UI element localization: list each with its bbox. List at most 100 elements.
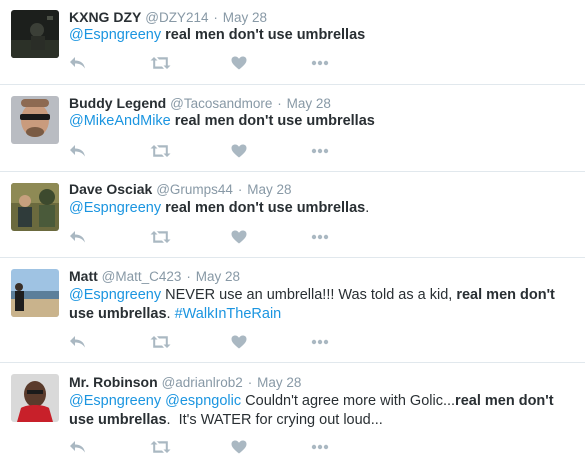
avatar[interactable] — [11, 269, 59, 317]
avatar[interactable] — [11, 374, 59, 422]
timestamp[interactable]: May 28 — [257, 375, 301, 390]
more-button[interactable] — [311, 53, 329, 73]
mention-link[interactable]: @espngolic — [165, 393, 241, 409]
reply-button[interactable] — [69, 332, 87, 352]
heart-icon — [231, 56, 247, 70]
reply-icon — [70, 231, 85, 243]
tweet[interactable]: Matt @Matt_C423 · May 28 @Espngreeny NEV… — [0, 258, 585, 362]
tweet-header: KXNG DZY @DZY214 · May 28 — [69, 8, 267, 27]
retweet-button[interactable] — [150, 53, 171, 73]
timestamp[interactable]: May 28 — [223, 10, 267, 25]
separator: · — [186, 269, 191, 284]
reply-icon — [70, 336, 85, 348]
more-icon — [311, 234, 329, 240]
display-name[interactable]: Dave Osciak — [69, 181, 152, 197]
user-handle[interactable]: @Matt_C423 — [102, 269, 182, 284]
heart-icon — [231, 440, 247, 454]
reply-icon — [70, 145, 85, 157]
tweet-text: @Espngreeny real men don't use umbrellas… — [69, 199, 574, 218]
more-icon — [311, 444, 329, 450]
retweet-button[interactable] — [150, 141, 171, 161]
reply-button[interactable] — [69, 227, 87, 247]
separator: · — [277, 96, 282, 111]
display-name[interactable]: Buddy Legend — [69, 95, 166, 111]
mention-link[interactable]: @Espngreeny — [69, 200, 161, 216]
text-segment: Couldn't agree more with Golic... — [241, 393, 456, 409]
tweet-actions — [69, 437, 369, 457]
retweet-icon — [150, 231, 171, 243]
tweet[interactable]: KXNG DZY @DZY214 · May 28 @Espngreeny re… — [0, 0, 585, 84]
tweet-text: @Espngreeny real men don't use umbrellas — [69, 26, 574, 45]
tweet[interactable]: Buddy Legend @Tacosandmore · May 28 @Mik… — [0, 85, 585, 171]
separator: · — [247, 375, 253, 390]
user-handle[interactable]: @Grumps44 — [156, 182, 233, 197]
user-handle[interactable]: @adrianlrob2 — [162, 375, 243, 390]
like-button[interactable] — [231, 437, 247, 457]
more-button[interactable] — [311, 437, 329, 457]
tweet[interactable]: Mr. Robinson @adrianlrob2 · May 28 @Espn… — [0, 363, 585, 464]
more-button[interactable] — [311, 227, 329, 247]
timestamp[interactable]: May 28 — [287, 96, 331, 111]
like-button[interactable] — [231, 332, 247, 352]
display-name[interactable]: KXNG DZY — [69, 9, 141, 25]
tweet-header: Matt @Matt_C423 · May 28 — [69, 267, 240, 286]
tweet-actions — [69, 227, 369, 247]
display-name[interactable]: Mr. Robinson — [69, 374, 158, 390]
tweet-header: Mr. Robinson @adrianlrob2 · May 28 — [69, 373, 301, 392]
tweet-header: Buddy Legend @Tacosandmore · May 28 — [69, 94, 331, 113]
tweet-actions — [69, 53, 369, 73]
like-button[interactable] — [231, 227, 247, 247]
tweet[interactable]: Dave Osciak @Grumps44 · May 28 @Espngree… — [0, 172, 585, 257]
timestamp[interactable]: May 28 — [196, 269, 240, 284]
text-segment: NEVER use an umbrella!!! Was told as a k… — [161, 287, 457, 303]
avatar[interactable] — [11, 183, 59, 231]
reply-button[interactable] — [69, 437, 87, 457]
avatar[interactable] — [11, 96, 59, 144]
heart-icon — [231, 335, 247, 349]
mention-link[interactable]: @MikeAndMike — [69, 113, 171, 129]
highlighted-text: real men don't use umbrellas — [174, 113, 375, 129]
tweet-text: @Espngreeny @espngolic Couldn't agree mo… — [69, 392, 574, 430]
reply-button[interactable] — [69, 53, 87, 73]
retweet-button[interactable] — [150, 437, 171, 457]
tweet-text: @Espngreeny NEVER use an umbrella!!! Was… — [69, 286, 574, 324]
highlighted-text: real men don't use umbrellas — [165, 200, 366, 216]
more-button[interactable] — [311, 141, 329, 161]
retweet-icon — [150, 441, 171, 453]
heart-icon — [231, 144, 247, 158]
separator: · — [237, 182, 243, 197]
highlighted-text: real men don't use umbrellas — [165, 27, 366, 43]
more-icon — [311, 60, 329, 66]
reply-icon — [70, 441, 85, 453]
retweet-icon — [150, 145, 171, 157]
avatar[interactable] — [11, 10, 59, 58]
tweet-actions — [69, 141, 369, 161]
display-name[interactable]: Matt — [69, 268, 98, 284]
tweet-header: Dave Osciak @Grumps44 · May 28 — [69, 180, 291, 199]
retweet-icon — [150, 336, 171, 348]
hashtag-link[interactable]: #WalkInTheRain — [175, 306, 282, 322]
reply-icon — [70, 57, 85, 69]
separator: · — [213, 10, 218, 25]
user-handle[interactable]: @Tacosandmore — [170, 96, 272, 111]
like-button[interactable] — [231, 53, 247, 73]
user-handle[interactable]: @DZY214 — [145, 10, 208, 25]
reply-button[interactable] — [69, 141, 87, 161]
retweet-button[interactable] — [150, 332, 171, 352]
text-segment: . — [365, 200, 370, 216]
tweet-actions — [69, 332, 369, 352]
like-button[interactable] — [231, 141, 247, 161]
text-segment: . It's WATER for crying out loud... — [166, 412, 383, 428]
tweet-text: @MikeAndMike real men don't use umbrella… — [69, 112, 574, 131]
more-button[interactable] — [311, 332, 329, 352]
more-icon — [311, 339, 329, 345]
text-segment: . — [166, 306, 175, 322]
retweet-icon — [150, 57, 171, 69]
mention-link[interactable]: @Espngreeny — [69, 27, 161, 43]
retweet-button[interactable] — [150, 227, 171, 247]
more-icon — [311, 148, 329, 154]
timestamp[interactable]: May 28 — [247, 182, 291, 197]
mention-link[interactable]: @Espngreeny — [69, 393, 161, 409]
mention-link[interactable]: @Espngreeny — [69, 287, 161, 303]
heart-icon — [231, 230, 247, 244]
